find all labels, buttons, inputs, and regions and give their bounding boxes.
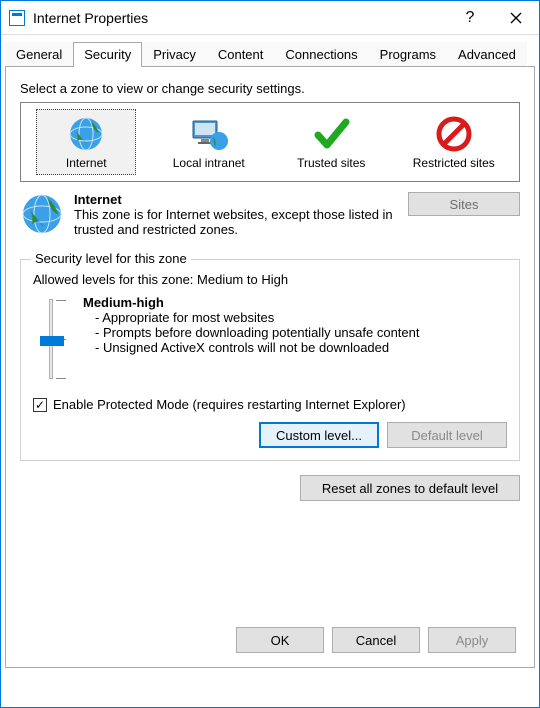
group-label: Security level for this zone: [31, 251, 191, 266]
zone-trusted-sites[interactable]: Trusted sites: [281, 109, 381, 175]
cancel-button[interactable]: Cancel: [332, 627, 420, 653]
security-slider[interactable]: [33, 295, 69, 379]
tab-security[interactable]: Security: [73, 42, 142, 67]
tabs: General Security Privacy Content Connect…: [1, 35, 539, 66]
zone-list: Internet Local intranet Trusted sites Re…: [20, 102, 520, 182]
monitor-globe-icon: [162, 114, 256, 154]
tab-panel: Select a zone to view or change security…: [5, 66, 535, 668]
app-icon: [9, 10, 25, 26]
close-button[interactable]: [493, 1, 539, 35]
no-entry-icon: [407, 114, 501, 154]
sites-button[interactable]: Sites: [408, 192, 520, 216]
zone-restricted-sites[interactable]: Restricted sites: [404, 109, 504, 175]
ok-button[interactable]: OK: [236, 627, 324, 653]
level-description: Medium-high - Appropriate for most websi…: [83, 295, 507, 379]
tab-programs[interactable]: Programs: [369, 42, 447, 67]
allowed-levels: Allowed levels for this zone: Medium to …: [33, 272, 507, 287]
reset-all-zones-button[interactable]: Reset all zones to default level: [300, 475, 520, 501]
zone-local-intranet[interactable]: Local intranet: [159, 109, 259, 175]
slider-thumb[interactable]: [40, 336, 64, 346]
level-line-3: - Unsigned ActiveX controls will not be …: [95, 340, 507, 355]
level-line-1: - Appropriate for most websites: [95, 310, 507, 325]
checkmark-icon: [284, 114, 378, 154]
zone-detail-desc: This zone is for Internet websites, exce…: [74, 207, 393, 237]
tab-privacy[interactable]: Privacy: [142, 42, 207, 67]
zone-label: Restricted sites: [407, 156, 501, 170]
zone-label: Internet: [39, 156, 133, 170]
zone-detail-title: Internet: [74, 192, 398, 207]
default-level-button[interactable]: Default level: [387, 422, 507, 448]
globe-icon: [20, 192, 64, 236]
help-button[interactable]: ?: [447, 1, 493, 35]
tab-content[interactable]: Content: [207, 42, 275, 67]
zone-description-row: Internet This zone is for Internet websi…: [20, 192, 520, 237]
level-name: Medium-high: [83, 295, 164, 310]
tab-general[interactable]: General: [5, 42, 73, 67]
tab-connections[interactable]: Connections: [274, 42, 368, 67]
zone-instruction: Select a zone to view or change security…: [20, 81, 520, 96]
protected-mode-row[interactable]: ✓ Enable Protected Mode (requires restar…: [33, 397, 507, 412]
zone-label: Local intranet: [162, 156, 256, 170]
tab-advanced[interactable]: Advanced: [447, 42, 527, 67]
zone-label: Trusted sites: [284, 156, 378, 170]
globe-icon: [39, 114, 133, 154]
dialog-buttons: OK Cancel Apply: [236, 627, 516, 653]
close-icon: [510, 12, 522, 24]
zone-internet[interactable]: Internet: [36, 109, 136, 175]
protected-mode-label: Enable Protected Mode (requires restarti…: [53, 397, 406, 412]
titlebar: Internet Properties ?: [1, 1, 539, 35]
protected-mode-checkbox[interactable]: ✓: [33, 398, 47, 412]
window-title: Internet Properties: [33, 10, 447, 26]
custom-level-button[interactable]: Custom level...: [259, 422, 379, 448]
apply-button[interactable]: Apply: [428, 627, 516, 653]
zone-description: Internet This zone is for Internet websi…: [74, 192, 398, 237]
level-line-2: - Prompts before downloading potentially…: [95, 325, 507, 340]
security-level-group: Security level for this zone Allowed lev…: [20, 259, 520, 461]
